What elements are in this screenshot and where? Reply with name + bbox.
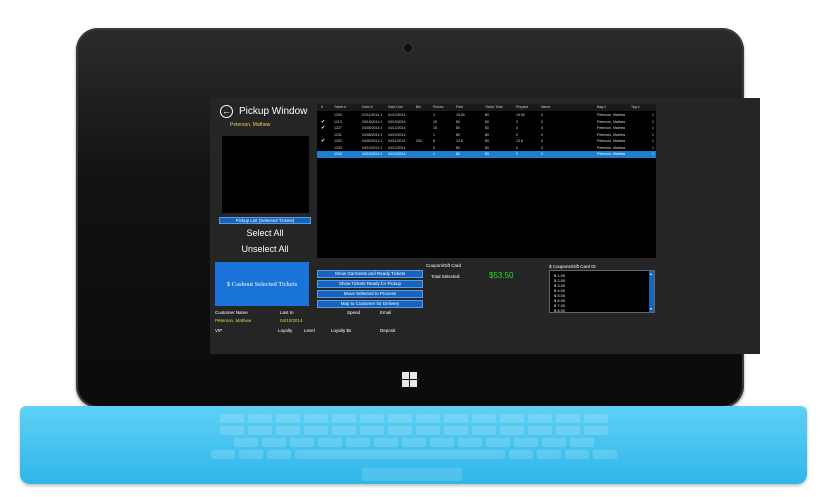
- table-cell: 1234: [334, 152, 342, 156]
- coupon-gift-card-label: Coupon/Gift Card: [426, 263, 462, 268]
- table-cell: 0: [541, 152, 543, 156]
- show-tickets-ready-button[interactable]: Show Tickets Ready for Pickup: [317, 280, 423, 288]
- column-header[interactable]: Pieces: [433, 104, 444, 111]
- unselect-all-button[interactable]: Unselect All: [210, 244, 320, 254]
- last-in-label: Last In: [280, 310, 294, 315]
- table-cell: 1: [433, 152, 435, 156]
- coupon-list[interactable]: $ 1.00 $ 2.00 $ 3.00 $ 4.00 $ 5.00 $ 6.00 $ 7.…: [549, 270, 655, 313]
- table-header: # Ticket # Date In Date Due Bin Pieces Paid Tic…: [317, 104, 656, 111]
- total-selected-value: $53.50: [489, 271, 514, 280]
- column-header[interactable]: Date In: [362, 104, 373, 111]
- column-header[interactable]: Paid: [456, 104, 463, 111]
- tablet-device: ← Pickup Window Peterson, Mathew Pickup …: [76, 28, 760, 408]
- cashout-selected-tickets-button[interactable]: $ Cashout Selected Tickets: [215, 262, 309, 306]
- customer-name-header: Peterson, Mathew: [230, 122, 271, 128]
- table-cell: $0: [456, 152, 460, 156]
- type-cover-keyboard: [20, 406, 807, 484]
- coupon-scrollbar[interactable]: [649, 271, 654, 312]
- level-label: Level: [304, 328, 315, 333]
- table-cell: $0: [485, 152, 489, 156]
- loyalty-label: Loyalty: [278, 328, 293, 333]
- email-label: Email: [380, 310, 392, 315]
- column-header[interactable]: Date Due: [388, 104, 403, 111]
- column-header[interactable]: Bag #: [597, 104, 606, 111]
- column-header[interactable]: #: [321, 104, 323, 111]
- vip-label: VIP: [215, 328, 223, 333]
- table-cell: 1: [652, 152, 654, 156]
- column-header[interactable]: Tag #: [631, 104, 640, 111]
- column-header[interactable]: Ticket #: [334, 104, 346, 111]
- customer-name-label: Customer Name: [215, 310, 248, 315]
- coupon-item[interactable]: $ 8.00: [554, 308, 565, 313]
- spend-label: Spend: [347, 310, 361, 315]
- column-header[interactable]: Prepaid: [516, 104, 528, 111]
- customer-name-value: Peterson, Mathew: [215, 318, 252, 323]
- table-cell: Peterson, Mathew: [597, 152, 626, 156]
- pickup-list-button[interactable]: Pickup List (Selected Tickets): [219, 217, 311, 224]
- total-selected-label: Total Selected:: [431, 274, 461, 279]
- windows-logo-icon[interactable]: [402, 372, 417, 387]
- select-all-button[interactable]: Select All: [210, 228, 320, 238]
- garment-preview-area: [222, 136, 309, 213]
- coupon-list-label: $ Coupons/Gift Card ID: [549, 264, 596, 269]
- map-to-customer-button[interactable]: Map to Customer for Delivery: [317, 300, 423, 308]
- tickets-table[interactable]: # Ticket # Date In Date Due Bin Pieces Paid Tic…: [317, 104, 656, 258]
- deposit-label: Deposit: [380, 328, 396, 333]
- table-cell: 04/13/2014: [388, 152, 406, 156]
- loyalty-dollars-label: Loyalty $s: [331, 328, 352, 333]
- show-garments-button[interactable]: Show Garments and Ready Tickets: [317, 270, 423, 278]
- last-in-value: 04/10/2014: [280, 318, 303, 323]
- column-header[interactable]: Ticket Total: [485, 104, 503, 111]
- trackpad[interactable]: [362, 468, 462, 481]
- column-header[interactable]: Bin: [416, 104, 421, 111]
- table-row[interactable]: 1234 04/10/2014 1 04/13/2014 1 $0 $0 0 0 Peterso…: [317, 151, 656, 158]
- pickup-window-screen: ← Pickup Window Peterson, Mathew Pickup …: [210, 98, 760, 354]
- page-title: Pickup Window: [239, 106, 308, 117]
- back-arrow-icon[interactable]: ←: [220, 105, 233, 118]
- move-to-process-button[interactable]: Move Selected to Process: [317, 290, 423, 298]
- table-cell: 04/10/2014 1: [362, 152, 383, 156]
- front-camera: [404, 44, 412, 52]
- table-cell: 0: [516, 152, 518, 156]
- column-header[interactable]: Name: [541, 104, 550, 111]
